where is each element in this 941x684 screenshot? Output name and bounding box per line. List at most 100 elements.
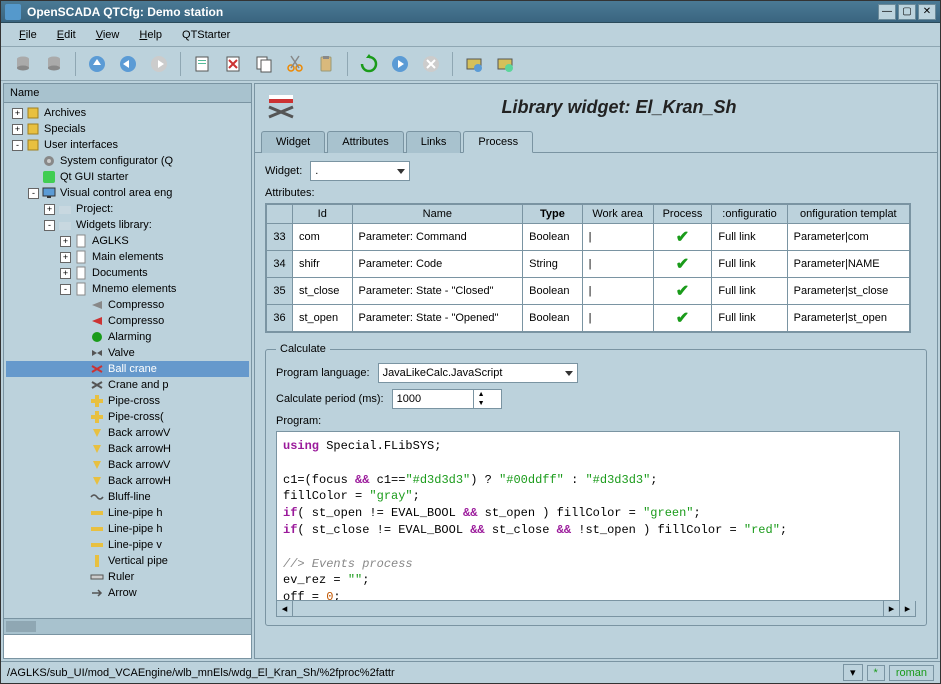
program-editor[interactable]: using Special.FLibSYS; c1=(focus && c1==…	[276, 431, 900, 601]
cell-template[interactable]: Parameter|com	[787, 224, 909, 251]
code-hscrollbar[interactable]: ◂ ▸ ▸	[276, 601, 916, 617]
status-combo[interactable]: ▾	[843, 664, 863, 681]
tree-item[interactable]: -User interfaces	[6, 137, 249, 153]
cell-process[interactable]: ✔	[653, 278, 712, 305]
collapse-icon[interactable]: -	[28, 188, 39, 199]
tree-item[interactable]: Ruler	[6, 569, 249, 585]
col-config[interactable]: :onfiguratio	[712, 205, 787, 224]
tree-item[interactable]: Ball crane	[6, 361, 249, 377]
tree-item[interactable]: +Archives	[6, 105, 249, 121]
attributes-table[interactable]: Id Name Type Work area Process :onfigura…	[266, 204, 910, 332]
cell-type[interactable]: String	[523, 251, 583, 278]
tree-hscrollbar[interactable]	[4, 618, 251, 634]
tree-item[interactable]: Pipe-cross	[6, 393, 249, 409]
maximize-button[interactable]: ▢	[898, 4, 916, 20]
close-button[interactable]: ✕	[918, 4, 936, 20]
cell-process[interactable]: ✔	[653, 224, 712, 251]
cell-name[interactable]: Parameter: Code	[352, 251, 523, 278]
expand-icon[interactable]: +	[60, 268, 71, 279]
cell-config[interactable]: Full link	[712, 278, 787, 305]
tree-item[interactable]: -Widgets library:	[6, 217, 249, 233]
cell-config[interactable]: Full link	[712, 305, 787, 332]
cell-type[interactable]: Boolean	[523, 305, 583, 332]
copy-icon[interactable]	[250, 50, 278, 78]
cell-template[interactable]: Parameter|NAME	[787, 251, 909, 278]
run-icon[interactable]	[386, 50, 414, 78]
spin-down-icon[interactable]: ▼	[474, 399, 489, 408]
cell-id[interactable]: st_close	[293, 278, 353, 305]
col-type[interactable]: Type	[523, 205, 583, 224]
menu-view[interactable]: View	[86, 27, 130, 43]
cell-workarea[interactable]: |	[582, 251, 653, 278]
scroll-right2-icon[interactable]: ▸	[899, 601, 915, 616]
collapse-icon[interactable]: -	[12, 140, 23, 151]
tree-item[interactable]: -Mnemo elements	[6, 281, 249, 297]
collapse-icon[interactable]: -	[60, 284, 71, 295]
cell-type[interactable]: Boolean	[523, 224, 583, 251]
code-vscrollbar[interactable]	[900, 431, 916, 601]
tree-item[interactable]: Arrow	[6, 585, 249, 601]
cell-type[interactable]: Boolean	[523, 278, 583, 305]
cell-template[interactable]: Parameter|st_open	[787, 305, 909, 332]
tool-a-icon[interactable]	[460, 50, 488, 78]
item-add-icon[interactable]	[188, 50, 216, 78]
tool-b-icon[interactable]	[491, 50, 519, 78]
cell-config[interactable]: Full link	[712, 251, 787, 278]
tree-item[interactable]: Back arrowH	[6, 473, 249, 489]
tree-item[interactable]: Vertical pipe	[6, 553, 249, 569]
tree-item[interactable]: Line-pipe v	[6, 537, 249, 553]
tree-item[interactable]: Qt GUI starter	[6, 169, 249, 185]
tree-item[interactable]: +Specials	[6, 121, 249, 137]
col-template[interactable]: onfiguration templat	[787, 205, 909, 224]
col-workarea[interactable]: Work area	[582, 205, 653, 224]
stop-icon[interactable]	[417, 50, 445, 78]
cell-workarea[interactable]: |	[582, 224, 653, 251]
tab-process[interactable]: Process	[463, 131, 533, 153]
col-rownum[interactable]	[267, 205, 293, 224]
db-load-icon[interactable]	[9, 50, 37, 78]
minimize-button[interactable]: —	[878, 4, 896, 20]
tree[interactable]: +Archives+Specials-User interfacesSystem…	[4, 103, 251, 618]
tree-item[interactable]: Line-pipe h	[6, 521, 249, 537]
cell-process[interactable]: ✔	[653, 305, 712, 332]
col-id[interactable]: Id	[293, 205, 353, 224]
tree-item[interactable]: Crane and p	[6, 377, 249, 393]
period-input[interactable]	[393, 393, 473, 405]
tree-search-input[interactable]	[4, 634, 251, 658]
cell-id[interactable]: shifr	[293, 251, 353, 278]
table-row[interactable]: 34shifrParameter: CodeString|✔Full linkP…	[267, 251, 910, 278]
cell-id[interactable]: com	[293, 224, 353, 251]
nav-back-icon[interactable]	[114, 50, 142, 78]
table-row[interactable]: 36st_openParameter: State - "Opened"Bool…	[267, 305, 910, 332]
lang-combo[interactable]: JavaLikeCalc.JavaScript	[378, 363, 578, 383]
db-save-icon[interactable]	[40, 50, 68, 78]
cut-icon[interactable]	[281, 50, 309, 78]
nav-forward-icon[interactable]	[145, 50, 173, 78]
tree-item[interactable]: Line-pipe h	[6, 505, 249, 521]
expand-icon[interactable]: +	[60, 236, 71, 247]
cell-template[interactable]: Parameter|st_close	[787, 278, 909, 305]
tree-item[interactable]: +Documents	[6, 265, 249, 281]
menu-qtstarter[interactable]: QTStarter	[172, 27, 240, 43]
table-vscrollbar[interactable]	[911, 203, 927, 333]
paste-icon[interactable]	[312, 50, 340, 78]
tree-item[interactable]: +AGLKS	[6, 233, 249, 249]
cell-workarea[interactable]: |	[582, 278, 653, 305]
item-delete-icon[interactable]	[219, 50, 247, 78]
menu-edit[interactable]: Edit	[47, 27, 86, 43]
tree-item[interactable]: Back arrowV	[6, 457, 249, 473]
tree-item[interactable]: Compresso	[6, 313, 249, 329]
tree-item[interactable]: Bluff-line	[6, 489, 249, 505]
col-name[interactable]: Name	[352, 205, 523, 224]
scroll-left-icon[interactable]: ◂	[277, 601, 293, 616]
menu-help[interactable]: Help	[129, 27, 172, 43]
tab-widget[interactable]: Widget	[261, 131, 325, 153]
spin-up-icon[interactable]: ▲	[474, 390, 489, 399]
tree-item[interactable]: -Visual control area eng	[6, 185, 249, 201]
widget-combo[interactable]: .	[310, 161, 410, 181]
nav-up-icon[interactable]	[83, 50, 111, 78]
expand-icon[interactable]: +	[12, 108, 23, 119]
tree-item[interactable]: Alarming	[6, 329, 249, 345]
tree-item[interactable]: Valve	[6, 345, 249, 361]
table-row[interactable]: 35st_closeParameter: State - "Closed"Boo…	[267, 278, 910, 305]
